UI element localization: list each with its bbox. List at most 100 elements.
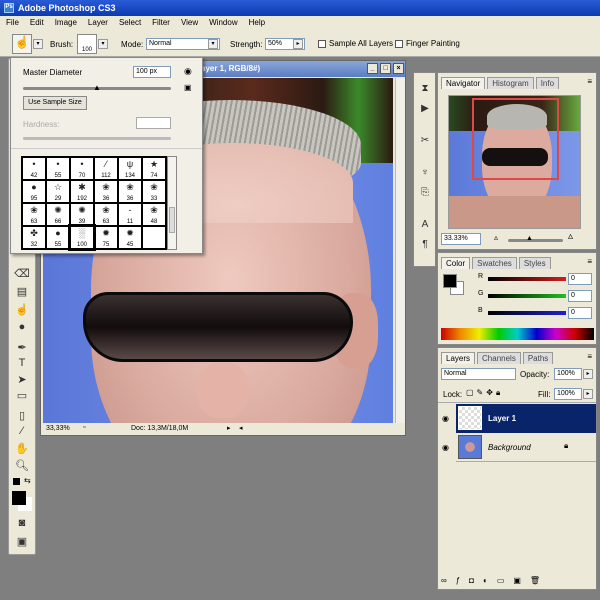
tab-layers[interactable]: Layers (441, 352, 476, 364)
brush-preset[interactable]: ✺ 39 (70, 203, 94, 226)
brushes-icon[interactable]: ♆ (418, 167, 432, 181)
view-box[interactable] (472, 98, 559, 180)
layer-row-background[interactable]: Background 🔒︎ (456, 433, 596, 462)
path-selection-tool-icon[interactable]: ➤ (13, 373, 31, 389)
new-preset-icon[interactable]: ▣ (184, 83, 192, 92)
brush-preset[interactable]: ⁄ 112 (94, 157, 118, 180)
opacity-slider-arrow[interactable]: ▸ (583, 369, 593, 379)
hardness-input[interactable] (136, 117, 171, 129)
menu-window[interactable]: Window (209, 18, 237, 29)
gradient-tool-icon[interactable]: ▤ (13, 285, 31, 301)
tool-presets-icon[interactable]: ✂ (418, 135, 432, 149)
brush-preset[interactable]: ✤ 32 (22, 226, 46, 249)
brush-grid-scrollbar[interactable] (167, 156, 177, 250)
screen-mode-icon[interactable]: ▣ (13, 535, 31, 551)
paragraph-icon[interactable]: ¶ (418, 239, 432, 253)
status-arrow-icon[interactable]: ▸ (227, 424, 231, 432)
zoom-out-icon[interactable]: ▵ (494, 233, 498, 242)
master-diameter-input[interactable]: 100 px (133, 66, 171, 78)
panel-menu-icon[interactable]: ≡ (587, 257, 592, 266)
brush-preset[interactable]: ❀ 36 (118, 180, 142, 203)
tab-styles[interactable]: Styles (518, 257, 551, 269)
panel-menu-icon[interactable]: ≡ (587, 352, 592, 361)
maximize-button[interactable]: □ (380, 63, 391, 74)
lock-icons[interactable]: ▢✎✥🔒︎ (466, 388, 503, 398)
brush-preset[interactable]: ❀ 48 (142, 203, 166, 226)
eraser-tool-icon[interactable]: ⌫ (13, 267, 31, 283)
panel-menu-icon[interactable]: ≡ (587, 77, 592, 86)
foreground-color-swatch[interactable] (12, 491, 26, 505)
fill-input[interactable]: 100% (554, 388, 582, 400)
tool-preset-dropdown[interactable]: ▾ (33, 39, 43, 49)
visibility-eye-icon[interactable]: ◉ (442, 443, 452, 452)
panel-menu-icon[interactable]: ◉ (184, 66, 192, 77)
brush-preset[interactable]: ░ 100 (68, 224, 96, 251)
brush-preset[interactable] (142, 226, 166, 249)
type-tool-icon[interactable]: T (13, 357, 31, 373)
dodge-tool-icon[interactable]: ● (13, 321, 31, 337)
brush-picker[interactable]: 100 (77, 34, 97, 54)
strength-slider-arrow[interactable]: ▸ (293, 39, 303, 49)
menu-select[interactable]: Select (119, 18, 141, 29)
brush-preset[interactable]: ❀ 63 (22, 203, 46, 226)
sample-all-layers-checkbox[interactable]: Sample All Layers (318, 39, 393, 48)
clone-source-icon[interactable]: ⎘ (418, 187, 432, 201)
menu-filter[interactable]: Filter (152, 18, 170, 29)
brush-picker-dropdown[interactable]: ▾ (98, 39, 108, 49)
channel-value-input[interactable]: 0 (568, 273, 592, 285)
color-spectrum-bar[interactable] (441, 328, 594, 340)
scroll-left-icon[interactable]: ◂ (239, 424, 243, 432)
brush-preset[interactable]: ✹ 75 (94, 226, 118, 249)
layers-footer-icons[interactable]: ∞ƒ◘◐▭▣🗑︎ (441, 576, 549, 585)
brush-preset[interactable]: • 55 (46, 157, 70, 180)
menu-edit[interactable]: Edit (30, 18, 44, 29)
menu-file[interactable]: File (6, 18, 19, 29)
smudge-tool-icon[interactable]: ☝ (13, 303, 31, 319)
actions-icon[interactable]: ▶ (418, 103, 432, 117)
tab-histogram[interactable]: Histogram (487, 77, 534, 89)
navigator-zoom-slider[interactable] (508, 239, 563, 242)
brush-preset[interactable]: ☆ 29 (46, 180, 70, 203)
status-menu-icon[interactable]: ▫ (83, 424, 85, 431)
close-button[interactable]: × (393, 63, 404, 74)
smudge-tool-preset-icon[interactable]: ☝ (12, 34, 32, 54)
channel-slider[interactable] (488, 294, 566, 298)
brush-preset[interactable]: ✱ 192 (70, 180, 94, 203)
brush-preset[interactable]: ● 55 (46, 226, 70, 249)
tab-channels[interactable]: Channels (477, 352, 521, 364)
zoom-level[interactable]: 33,33% (46, 425, 70, 432)
zoom-slider-thumb[interactable]: ▲ (526, 235, 533, 242)
brush-preset[interactable]: ✺ 66 (46, 203, 70, 226)
navigator-thumbnail[interactable] (448, 95, 581, 229)
tab-color[interactable]: Color (441, 257, 471, 269)
quick-mask-icon[interactable]: ◙ (13, 517, 31, 533)
brush-preset[interactable]: ❀ 36 (94, 180, 118, 203)
zoom-in-icon[interactable]: ▵ (568, 231, 573, 242)
channel-slider[interactable] (488, 277, 566, 281)
channel-value-input[interactable]: 0 (568, 307, 592, 319)
brush-preset[interactable]: ★ 74 (142, 157, 166, 180)
minimize-button[interactable]: _ (367, 63, 378, 74)
layer-row-layer1[interactable]: Layer 1 (456, 404, 596, 433)
brush-preset[interactable]: - 11 (118, 203, 142, 226)
channel-value-input[interactable]: 0 (568, 290, 592, 302)
tab-paths[interactable]: Paths (522, 352, 554, 364)
brush-preset[interactable]: ● 95 (22, 180, 46, 203)
finger-painting-checkbox[interactable]: Finger Painting (395, 39, 460, 48)
channel-slider[interactable] (488, 311, 566, 315)
brush-preset[interactable]: ❀ 63 (94, 203, 118, 226)
hand-tool-icon[interactable]: ✋ (13, 442, 31, 458)
fill-slider-arrow[interactable]: ▸ (583, 389, 593, 399)
history-icon[interactable]: ⧗ (418, 83, 432, 97)
pen-tool-icon[interactable]: ✒ (13, 341, 31, 357)
notes-tool-icon[interactable]: ▯ (13, 409, 31, 425)
zoom-tool-icon[interactable]: 🔍︎ (13, 459, 31, 475)
hardness-slider[interactable] (23, 137, 171, 140)
blend-mode-select[interactable]: Normal (441, 368, 516, 380)
vertical-scrollbar[interactable] (395, 78, 405, 423)
brush-preset[interactable]: ❀ 33 (142, 180, 166, 203)
menu-view[interactable]: View (181, 18, 198, 29)
eyedropper-tool-icon[interactable]: ⁄ (13, 425, 31, 441)
foreground-color-swatch[interactable] (443, 274, 457, 288)
brush-preset[interactable]: ✹ 45 (118, 226, 142, 249)
